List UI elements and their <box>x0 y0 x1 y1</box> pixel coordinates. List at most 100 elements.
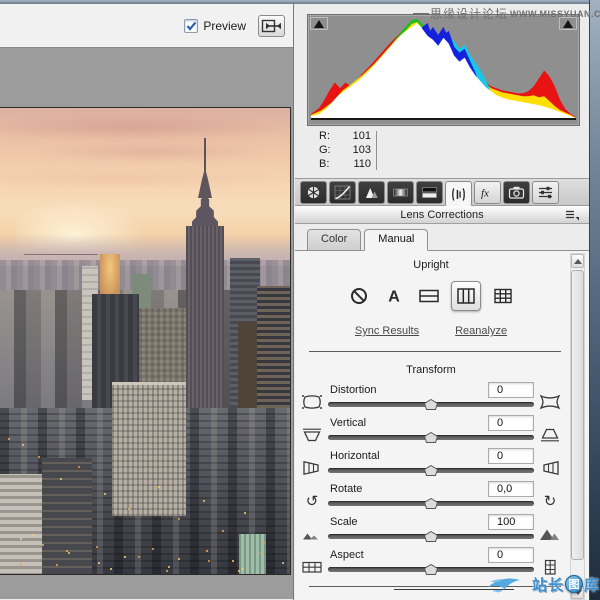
horizontal-slider: Horizontal <box>325 447 537 476</box>
rotate-cw-icon <box>537 495 563 509</box>
aspect-slider-row: Aspect <box>299 546 563 574</box>
lens-tabs: Color Manual <box>295 224 589 251</box>
upright-vertical-button[interactable] <box>451 281 481 311</box>
presets-panel-icon[interactable] <box>532 181 559 204</box>
rgb-row-b: B:110 <box>319 157 371 171</box>
lens-corrections-panel-icon[interactable] <box>445 181 472 207</box>
r-label: R: <box>319 129 337 143</box>
scale-down-icon <box>299 526 325 542</box>
reanalyze-link[interactable]: Reanalyze <box>455 325 507 337</box>
sync-results-link[interactable]: Sync Results <box>355 325 419 337</box>
scale-slider-thumb[interactable] <box>424 531 439 545</box>
horizontal-slider-thumb[interactable] <box>424 465 439 479</box>
distortion-slider-thumb[interactable] <box>424 399 439 413</box>
scale-track[interactable] <box>328 531 534 542</box>
photo-building <box>42 458 92 575</box>
horizontal-track[interactable] <box>328 465 534 476</box>
effects-panel-icon[interactable]: fx <box>474 181 501 204</box>
panel-scrollbar[interactable] <box>570 253 585 600</box>
detail-panel-icon[interactable] <box>358 181 385 204</box>
camera-raw-dialog: Preview <box>0 0 600 600</box>
scroll-up-button[interactable] <box>571 254 584 268</box>
vertical-slider: Vertical <box>325 414 537 443</box>
b-value: 110 <box>337 157 371 171</box>
preview-checkbox-box[interactable] <box>184 19 198 33</box>
preview-image[interactable] <box>0 107 291 575</box>
distortion-label: Distortion <box>328 384 376 396</box>
photo-cloud <box>0 170 291 188</box>
site-watermark-bottom: 站长 图 库 <box>486 572 600 596</box>
fullscreen-toggle-icon <box>261 18 282 34</box>
distortion-track[interactable] <box>328 399 534 410</box>
tab-color[interactable]: Color <box>307 229 361 251</box>
window-right-edge <box>589 0 600 600</box>
preview-checkbox[interactable]: Preview <box>184 19 246 33</box>
horizontal-value-input[interactable] <box>488 448 534 464</box>
watermark-cjk-text: 思缘设计论坛 <box>430 5 508 22</box>
panel-header: Lens Corrections <box>295 206 589 224</box>
scale-up-icon <box>537 526 563 542</box>
panel-menu-button[interactable] <box>565 209 579 224</box>
histogram[interactable] <box>307 14 580 126</box>
rgb-row-r: R:101 <box>319 129 371 143</box>
circle-slash-icon <box>349 286 369 306</box>
panel-icon-strip: fx <box>295 178 589 206</box>
check-icon <box>186 21 197 31</box>
watermark-text-2: 库 <box>584 574 600 595</box>
tab-manual[interactable]: Manual <box>364 229 428 251</box>
hsl-grayscale-panel-icon[interactable] <box>387 181 414 204</box>
vertical-slider-thumb[interactable] <box>424 432 439 446</box>
upright-level-button[interactable] <box>416 283 442 309</box>
aspect-wide-icon <box>299 559 325 575</box>
horizontal-label: Horizontal <box>328 450 380 462</box>
vertical-value-input[interactable] <box>488 415 534 431</box>
watermark-text-1: 站长 <box>532 574 564 595</box>
rotate-track[interactable] <box>328 498 534 509</box>
rotate-ccw-icon <box>299 495 325 509</box>
barrel-distortion-icon <box>299 394 325 410</box>
upright-auto-button[interactable]: A <box>381 283 407 309</box>
empire-state-shaft <box>186 226 224 416</box>
rotate-label: Rotate <box>328 483 362 495</box>
upright-links: Sync Results Reanalyze <box>299 325 563 337</box>
auto-a-icon: A <box>384 286 404 306</box>
watermark-circle-char: 图 <box>565 575 583 593</box>
arrow-up-icon <box>574 259 582 264</box>
full-grid-icon <box>492 286 514 306</box>
distortion-value-input[interactable] <box>488 382 534 398</box>
tone-curve-panel-icon[interactable] <box>329 181 356 204</box>
rotate-slider-thumb[interactable] <box>424 498 439 512</box>
aspect-value-input[interactable] <box>488 547 534 563</box>
vertical-label: Vertical <box>328 417 366 429</box>
upright-off-button[interactable] <box>346 283 372 309</box>
photo-building <box>0 474 42 575</box>
distortion-slider: Distortion <box>325 381 537 410</box>
split-toning-panel-icon[interactable] <box>416 181 443 204</box>
upright-full-button[interactable] <box>490 283 516 309</box>
preview-pane: Preview <box>0 4 294 600</box>
scrollbar-thumb[interactable] <box>571 270 584 560</box>
histogram-plot <box>311 19 576 118</box>
toggle-fullscreen-button[interactable] <box>258 15 285 37</box>
preview-label: Preview <box>203 19 246 33</box>
aspect-slider-thumb[interactable] <box>424 564 439 578</box>
keystone-right-icon <box>537 460 563 476</box>
scale-value-input[interactable] <box>488 514 534 530</box>
shadow-clipping-button[interactable] <box>310 17 328 30</box>
vertical-track[interactable] <box>328 432 534 443</box>
pincushion-distortion-icon <box>537 394 563 410</box>
rgb-divider <box>376 131 377 170</box>
histogram-plot-wrap <box>311 19 576 118</box>
camera-calibration-panel-icon[interactable] <box>503 181 530 204</box>
rotate-value-input[interactable] <box>488 481 534 497</box>
section-divider <box>309 351 561 352</box>
watermark-flame-icon <box>486 572 532 596</box>
svg-text:A: A <box>388 289 400 306</box>
rotate-slider: Rotate <box>325 480 537 509</box>
rgb-row-g: G:103 <box>319 143 371 157</box>
distortion-slider-row: Distortion <box>299 381 563 409</box>
upright-title: Upright <box>299 259 563 271</box>
scale-slider: Scale <box>325 513 537 542</box>
photo-cloud <box>30 142 270 162</box>
basic-panel-icon[interactable] <box>300 181 327 204</box>
